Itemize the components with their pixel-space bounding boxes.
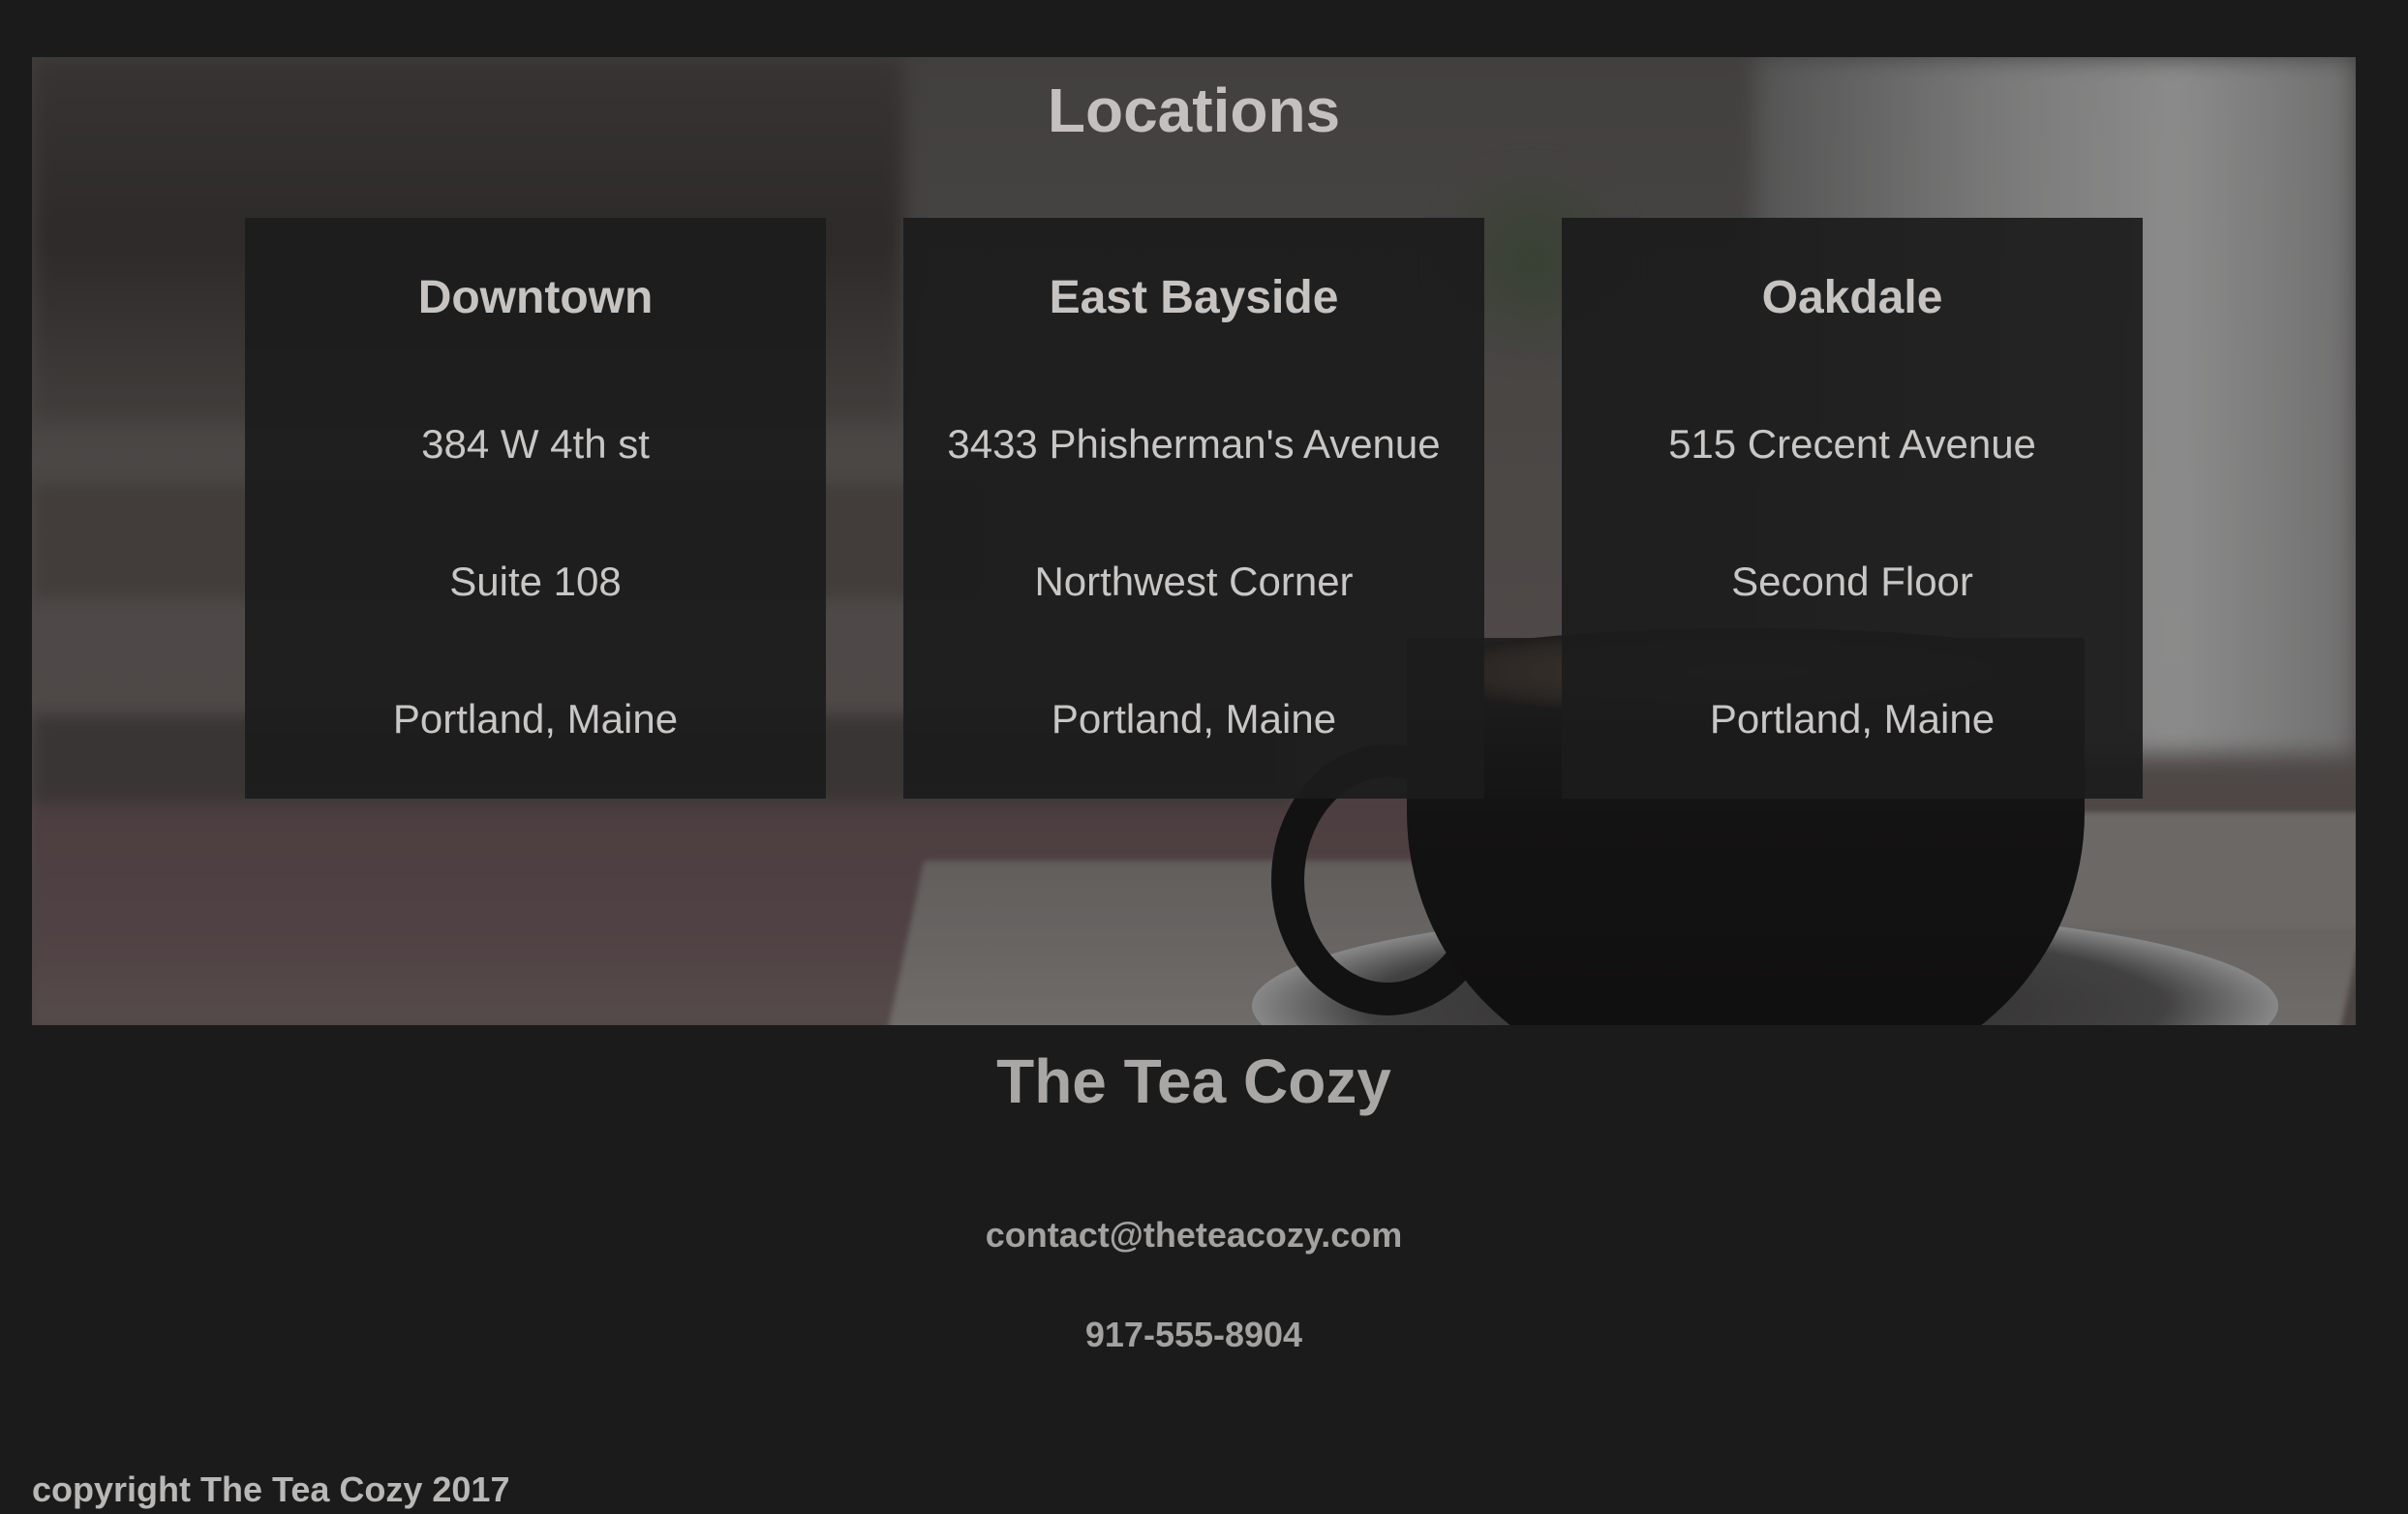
location-card-downtown: Downtown 384 W 4th st Suite 108 Portland… bbox=[245, 218, 826, 799]
address-city: Portland, Maine bbox=[1709, 696, 1996, 742]
address-line-1: 384 W 4th st bbox=[421, 421, 650, 467]
footer-brand-title: The Tea Cozy bbox=[996, 1046, 1391, 1116]
contact-phone: 917-555-8904 bbox=[1084, 1315, 1303, 1354]
copyright-text: copyright The Tea Cozy 2017 bbox=[32, 1469, 510, 1509]
location-name: Downtown bbox=[417, 272, 654, 323]
address-city: Portland, Maine bbox=[392, 696, 679, 742]
page: Locations Downtown 384 W 4th st Suite 10… bbox=[0, 0, 2408, 1514]
location-card-east-bayside: East Bayside 3433 Phisherman's Avenue No… bbox=[903, 218, 1484, 799]
location-name: Oakdale bbox=[1761, 272, 1943, 323]
address-line-1: 515 Crecent Avenue bbox=[1668, 421, 2036, 467]
contact-email-link[interactable]: contact@theteacozy.com bbox=[0, 1215, 2388, 1256]
locations-heading: Locations bbox=[1047, 76, 1341, 145]
address-line-2: Suite 108 bbox=[449, 559, 622, 604]
locations-section: Locations Downtown 384 W 4th st Suite 10… bbox=[32, 57, 2356, 1025]
address-city: Portland, Maine bbox=[1051, 696, 1337, 742]
address-line-2: Northwest Corner bbox=[1034, 559, 1354, 604]
location-name: East Bayside bbox=[1049, 272, 1339, 323]
address-line-2: Second Floor bbox=[1731, 559, 1973, 604]
location-card-oakdale: Oakdale 515 Crecent Avenue Second Floor … bbox=[1562, 218, 2143, 799]
address-line-1: 3433 Phisherman's Avenue bbox=[947, 421, 1441, 467]
